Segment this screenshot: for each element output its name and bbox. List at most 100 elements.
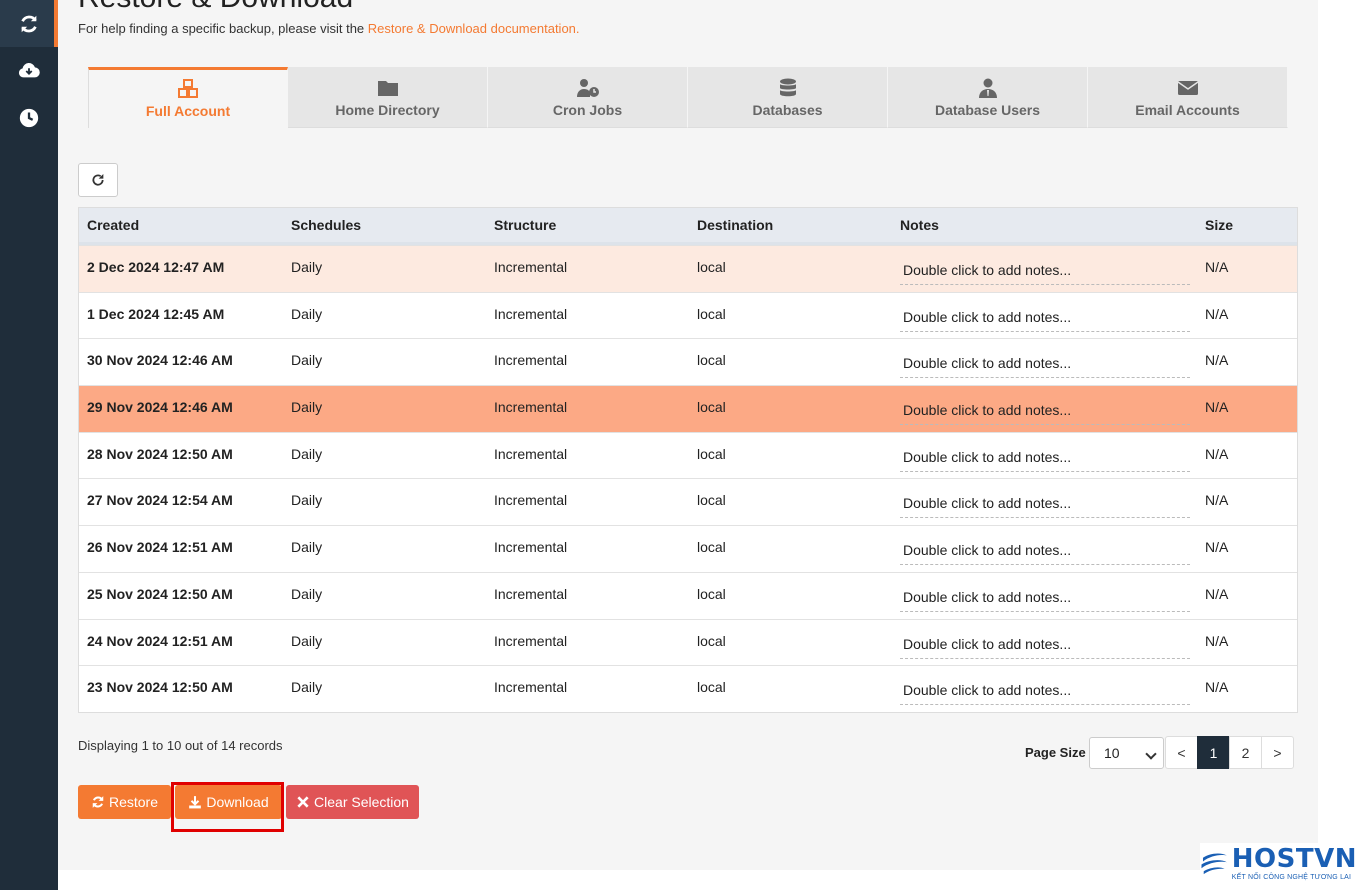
sidebar [0,0,58,890]
clear-selection-button[interactable]: Clear Selection [286,785,419,819]
notes-input[interactable]: Double click to add notes... [900,682,1190,706]
hostvn-logo: HOSTVN KẾT NỐI CÔNG NGHỆ TƯƠNG LAI [1200,843,1357,883]
page-size-select[interactable]: 10 [1089,737,1164,769]
table-row[interactable]: 28 Nov 2024 12:50 AM Daily Incremental loca… [79,431,1297,479]
pagination-page-1[interactable]: 1 [1197,736,1230,769]
notes-input[interactable]: Double click to add notes... [900,309,1190,332]
cell-destination: local [697,445,726,462]
download-highlight-annotation [171,782,284,832]
cell-schedule: Daily [291,632,323,649]
tab-cron-jobs[interactable]: Cron Jobs [488,67,688,128]
cell-schedule: Daily [291,679,323,696]
pagination-prev-button[interactable]: < [1165,736,1198,769]
cell-size: N/A [1205,305,1229,322]
notes-input[interactable]: Double click to add notes... [900,449,1190,472]
cell-created: 23 Nov 2024 12:50 AM [87,679,233,696]
records-info: Displaying 1 to 10 out of 14 records [78,738,283,753]
logo-name: HOSTVN [1231,843,1357,874]
table-row[interactable]: 30 Nov 2024 12:46 AM Daily Incremental loca… [79,338,1297,385]
tab-label: Email Accounts [1135,102,1240,118]
column-header-structure[interactable]: Structure [486,217,689,233]
cell-notes: Double click to add notes... [892,526,1197,572]
envelope-icon [1177,81,1198,95]
user-clock-icon [576,79,599,97]
cell-structure: Incremental [494,632,568,649]
cell-destination: local [697,399,726,416]
folder-icon [377,81,398,96]
cell-destination: local [697,632,726,649]
cell-schedule: Daily [291,492,323,509]
column-header-notes[interactable]: Notes [892,217,1197,233]
tab-database-users[interactable]: Database Users [888,67,1088,128]
cell-created: 1 Dec 2024 12:45 AM [87,305,225,322]
notes-input[interactable]: Double click to add notes... [900,262,1190,285]
tab-databases[interactable]: Databases [688,67,888,128]
cell-schedule: Daily [291,259,323,275]
tab-label: Database Users [934,102,1041,118]
cell-created: 2 Dec 2024 12:47 AM [87,259,225,275]
cell-notes: Double click to add notes... [892,293,1197,339]
cell-destination: local [697,679,726,696]
restore-button[interactable]: Restore [78,785,171,819]
cell-schedule: Daily [291,585,323,602]
table-header: Created Schedules Structure Destination … [79,208,1297,245]
pagination-page-2[interactable]: 2 [1229,736,1262,769]
help-text-label: For help finding a specific backup, plea… [78,21,368,36]
table-row[interactable]: 24 Nov 2024 12:51 AM Daily Incremental loca… [79,618,1297,666]
cell-notes: Double click to add notes... [892,620,1197,666]
cell-notes: Double click to add notes... [892,433,1197,479]
tab-label: Home Directory [335,102,440,118]
notes-input[interactable]: Double click to add notes... [900,542,1190,566]
cell-destination: local [697,352,726,369]
pagination-next-button[interactable]: > [1261,736,1294,769]
right-margin [1318,0,1357,890]
help-text: For help finding a specific backup, plea… [78,21,580,36]
cell-schedule: Daily [291,305,323,322]
notes-input[interactable]: Double click to add notes... [900,589,1190,612]
notes-input[interactable]: Double click to add notes... [900,495,1190,519]
cell-notes: Double click to add notes... [892,479,1197,525]
column-header-schedules[interactable]: Schedules [283,217,486,233]
cell-notes: Double click to add notes... [892,339,1197,385]
tab-full-account[interactable]: Full Account [88,67,288,128]
documentation-link[interactable]: Restore & Download documentation. [368,21,580,36]
cell-created: 30 Nov 2024 12:46 AM [87,352,233,369]
tab-home-directory[interactable]: Home Directory [288,67,488,128]
table-row[interactable]: 23 Nov 2024 12:50 AM Daily Incremental loca… [79,665,1297,712]
close-icon [297,796,309,808]
table-row[interactable]: 29 Nov 2024 12:46 AM Daily Incremental loca… [79,385,1297,432]
cell-created: 26 Nov 2024 12:51 AM [87,539,233,556]
refresh-icon [21,15,37,32]
sidebar-item-schedule[interactable] [0,94,58,141]
tab-label: Databases [752,102,823,118]
column-header-size[interactable]: Size [1197,217,1297,233]
table-row[interactable]: 27 Nov 2024 12:54 AM Daily Incremental loca… [79,478,1297,525]
column-header-destination[interactable]: Destination [689,217,892,233]
clock-icon [19,108,39,127]
table-row[interactable]: 2 Dec 2024 12:47 AM Daily Incremental local… [79,245,1297,292]
cell-size: N/A [1205,679,1229,696]
notes-input[interactable]: Double click to add notes... [900,636,1190,659]
backups-table: Created Schedules Structure Destination … [78,207,1298,713]
cell-structure: Incremental [494,259,568,275]
restore-label: Restore [108,794,159,810]
cell-schedule: Daily [291,445,323,462]
cell-size: N/A [1205,445,1229,462]
notes-input[interactable]: Double click to add notes... [900,402,1190,426]
cell-destination: local [697,492,726,509]
refresh-button[interactable] [78,163,118,197]
refresh-icon [92,174,104,186]
table-row[interactable]: 1 Dec 2024 12:45 AM Daily Incremental local… [79,291,1297,339]
page-title: Restore & Download [78,0,353,13]
table-row[interactable]: 25 Nov 2024 12:50 AM Daily Incremental loca… [79,571,1297,619]
cell-size: N/A [1205,632,1229,649]
pagination: < 1 2 > [1165,736,1294,769]
sidebar-item-download[interactable] [0,47,58,94]
cell-notes: Double click to add notes... [892,246,1197,292]
column-header-created[interactable]: Created [79,217,283,233]
tab-email-accounts[interactable]: Email Accounts [1088,67,1288,128]
notes-input[interactable]: Double click to add notes... [900,355,1190,379]
cell-created: 29 Nov 2024 12:46 AM [87,399,233,416]
table-row[interactable]: 26 Nov 2024 12:51 AM Daily Incremental loca… [79,525,1297,572]
sidebar-item-backups[interactable] [0,0,58,47]
